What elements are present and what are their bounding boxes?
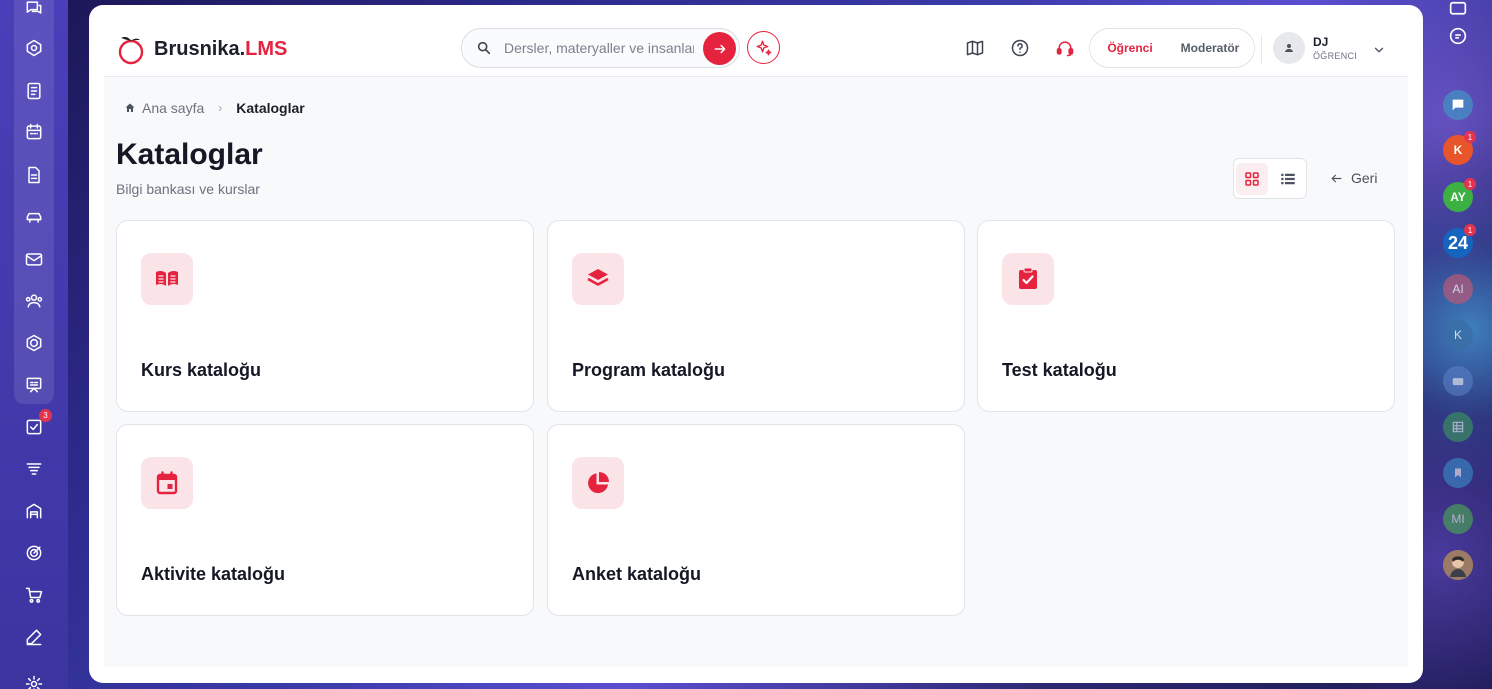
task-check-icon[interactable]: 3 [22,409,52,439]
breadcrumb-current: Kataloglar [236,100,305,116]
sparkles-icon [756,40,771,55]
table-icon[interactable] [1443,412,1473,442]
car-icon[interactable] [22,205,46,229]
page-subtitle: Bilgi bankası ve kurslar [116,181,260,197]
contact-avatar[interactable]: K1 [1443,131,1476,165]
search-box [461,28,740,68]
catalog-card-survey[interactable]: Anket kataloğu [547,424,965,616]
main-window: Brusnika.LMS Öğrenci Moderatör DJ [89,5,1423,683]
clipboard-check-icon [1002,253,1054,305]
grid-view-button[interactable] [1236,162,1268,195]
document-list-icon[interactable] [22,79,46,103]
search-input[interactable] [504,40,694,56]
catalog-card-activity[interactable]: Aktivite kataloğu [116,424,534,616]
calendar-icon [141,457,193,509]
warehouse-icon[interactable] [22,499,46,523]
book-open-icon [141,253,193,305]
calendar-icon[interactable] [22,120,46,144]
catalog-title: Program kataloğu [572,360,726,380]
funnel-icon[interactable] [22,457,46,481]
chat-icon[interactable] [22,0,46,20]
bookmark-icon[interactable] [1443,458,1473,488]
search-submit-button[interactable] [703,32,736,65]
catalog-title: Anket kataloğu [572,564,702,584]
camera-icon[interactable] [1443,366,1473,396]
role-moderator-button[interactable]: Moderatör [1168,31,1252,65]
logo-icon [116,33,148,65]
breadcrumb-separator: › [218,101,223,115]
task-badge: 3 [39,409,52,422]
target-icon[interactable] [22,541,46,565]
settings-icon[interactable] [22,672,46,689]
pen-icon[interactable] [22,625,46,649]
breadcrumb-home[interactable]: Ana sayfa [124,100,204,116]
user-menu[interactable]: DJ ÖĞRENCI [1273,32,1357,64]
users-icon[interactable] [22,289,46,313]
arrow-right-icon [714,44,725,53]
contact-avatar[interactable]: MI [1443,504,1473,534]
catalog-card-course[interactable]: Kurs kataloğu [116,220,534,412]
message-circle-icon[interactable] [1443,21,1473,51]
list-icon [1281,173,1295,184]
catalog-card-program[interactable]: Program kataloğu [547,220,965,412]
user-info: DJ ÖĞRENCI [1313,35,1357,61]
contact-avatar[interactable]: K [1443,320,1473,350]
cart-icon[interactable] [22,583,46,607]
topbar-divider [1261,35,1262,63]
contact-chat-icon[interactable] [1443,90,1473,120]
compass-icon[interactable] [22,36,46,60]
avatar [1273,32,1305,64]
brand-logo[interactable]: Brusnika.LMS [116,33,287,65]
list-view-button[interactable] [1272,163,1304,195]
chevron-down-icon[interactable] [1372,43,1386,57]
left-sidebar: 3 [0,0,68,689]
role-student-button[interactable]: Öğrenci [1092,31,1168,65]
file-icon[interactable] [22,163,46,187]
avatar[interactable] [1443,550,1473,580]
contact-avatar[interactable]: AY 1 [1443,178,1476,212]
search-icon [477,41,491,55]
map-icon[interactable] [964,37,986,59]
grid-icon [1245,171,1259,186]
brand-name: Brusnika.LMS [154,37,288,60]
user-icon [1285,44,1293,52]
ai-assistant-button[interactable] [747,31,780,64]
presentation-icon[interactable] [22,373,46,397]
user-role: ÖĞRENCI [1313,51,1358,61]
catalog-title: Aktivite kataloğu [141,564,286,584]
user-initials: DJ [1313,35,1329,49]
view-toggle [1233,158,1307,199]
contact-avatar[interactable]: AI [1443,274,1473,304]
role-switcher: Öğrenci Moderatör [1089,28,1255,68]
support-headset-icon[interactable] [1054,37,1076,59]
arrow-left-icon [1331,174,1342,182]
pie-chart-icon [572,457,624,509]
catalog-title: Test kataloğu [1002,360,1117,380]
layers-icon [572,253,624,305]
page-title: Kataloglar [116,138,263,171]
back-button[interactable]: Geri [1330,170,1377,186]
contact-avatar[interactable]: 24 1 [1443,224,1476,258]
catalog-card-test[interactable]: Test kataloğu [977,220,1395,412]
top-bar: Brusnika.LMS Öğrenci Moderatör DJ [104,5,1408,77]
breadcrumb: Ana sayfa › Kataloglar [124,100,305,116]
catalog-title: Kurs kataloğu [141,360,262,380]
home-icon [125,103,135,112]
content-area: Ana sayfa › Kataloglar Kataloglar Bilgi … [104,77,1408,667]
hexagon-icon[interactable] [22,331,46,355]
mail-icon[interactable] [22,247,46,271]
help-icon[interactable] [1009,37,1031,59]
